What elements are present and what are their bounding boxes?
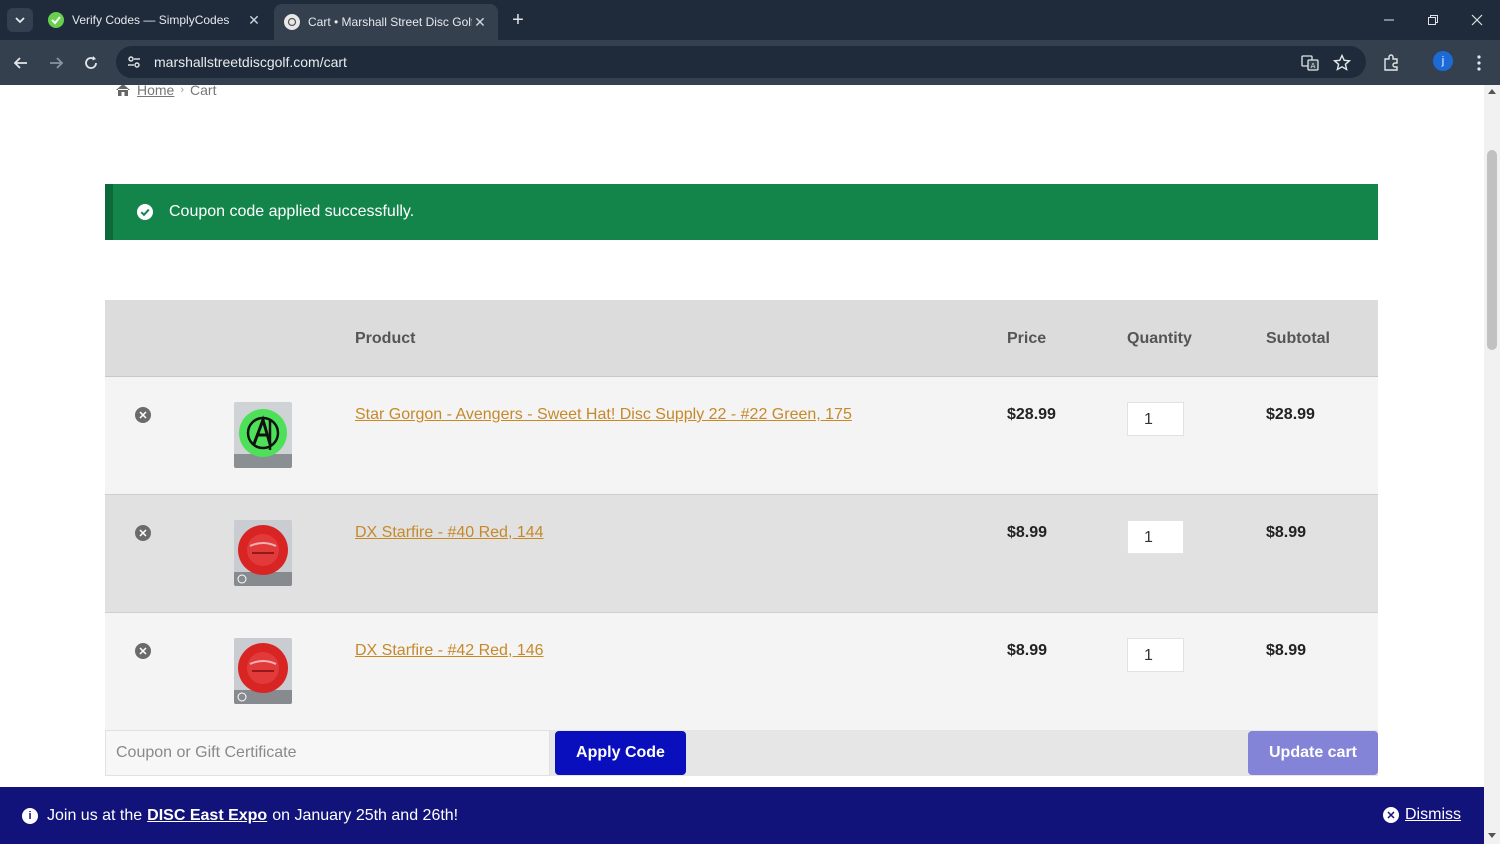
info-icon: i: [22, 807, 38, 824]
quantity-input[interactable]: 1: [1127, 638, 1184, 672]
disc-golf-favicon-icon: [284, 14, 300, 30]
restore-icon[interactable]: [1418, 8, 1448, 32]
scroll-down-arrow-icon[interactable]: [1488, 833, 1496, 838]
url-text: marshallstreetdiscgolf.com/cart: [154, 54, 347, 70]
remove-item-icon[interactable]: ✕: [135, 407, 151, 423]
remove-item-icon[interactable]: ✕: [135, 525, 151, 541]
tab-title: Cart • Marshall Street Disc Golf: [308, 15, 472, 29]
tab-title: Verify Codes — SimplyCodes: [72, 13, 230, 27]
close-circle-icon: ✕: [1383, 807, 1399, 823]
scroll-up-arrow-icon[interactable]: [1488, 89, 1496, 94]
page-viewport: Home › Cart Coupon code applied successf…: [0, 85, 1484, 844]
coupon-input[interactable]: Coupon or Gift Certificate: [105, 730, 550, 776]
cart-row: ✕ DX Starfire - #42 Red, 146 $8.99 1 $8.…: [105, 613, 1378, 731]
chevron-down-icon: [15, 17, 25, 24]
simplycodes-favicon-icon: [48, 12, 64, 28]
banner-event-link[interactable]: DISC East Expo: [147, 807, 267, 825]
breadcrumb-separator: ›: [180, 85, 185, 96]
product-price: $28.99: [1007, 406, 1056, 423]
product-price: $8.99: [1007, 524, 1048, 541]
site-settings-icon[interactable]: [122, 50, 146, 74]
scroll-thumb[interactable]: [1487, 150, 1497, 350]
tab-verify-codes[interactable]: Verify Codes — SimplyCodes ✕: [38, 4, 272, 36]
cart-table: Product Price Quantity Subtotal ✕ Star G…: [105, 300, 1378, 731]
browser-toolbar: marshallstreetdiscgolf.com/cart A: [0, 40, 1500, 85]
header-subtotal: Subtotal: [1266, 330, 1330, 347]
remove-item-icon[interactable]: ✕: [135, 643, 151, 659]
close-window-icon[interactable]: [1462, 8, 1492, 32]
breadcrumb-current: Cart: [190, 85, 217, 98]
product-price: $8.99: [1007, 642, 1048, 659]
new-tab-plus-icon[interactable]: +: [506, 8, 530, 32]
tab-search-button[interactable]: [7, 8, 33, 32]
address-bar[interactable]: marshallstreetdiscgolf.com/cart: [116, 46, 1366, 78]
quantity-input[interactable]: 1: [1127, 402, 1184, 436]
cart-actions-bar: Coupon or Gift Certificate Apply Code Up…: [105, 730, 1378, 776]
success-notice: Coupon code applied successfully.: [105, 184, 1378, 240]
product-link[interactable]: DX Starfire - #40 Red, 144: [355, 524, 544, 542]
header-quantity: Quantity: [1127, 330, 1192, 347]
forward-arrow-icon[interactable]: [43, 50, 69, 76]
product-link[interactable]: DX Starfire - #42 Red, 146: [355, 642, 544, 660]
profile-avatar[interactable]: j: [1433, 51, 1453, 71]
breadcrumb: Home › Cart: [115, 85, 216, 98]
notice-text: Coupon code applied successfully.: [169, 203, 415, 220]
product-thumbnail[interactable]: [234, 402, 292, 468]
update-cart-button[interactable]: Update cart: [1248, 731, 1378, 775]
browser-tabstrip: Verify Codes — SimplyCodes ✕ Cart • Mars…: [0, 0, 1500, 40]
dismiss-label: Dismiss: [1405, 806, 1461, 823]
product-thumbnail[interactable]: [234, 520, 292, 586]
back-arrow-icon[interactable]: [8, 50, 34, 76]
banner-suffix: on January 25th and 26th!: [272, 806, 459, 824]
product-subtotal: $8.99: [1266, 524, 1307, 541]
page-scrollbar[interactable]: [1484, 85, 1500, 844]
breadcrumb-home-link[interactable]: Home: [137, 85, 174, 98]
product-thumbnail[interactable]: [234, 638, 292, 704]
reload-icon[interactable]: [78, 50, 104, 76]
dismiss-button[interactable]: ✕ Dismiss: [1383, 806, 1461, 824]
quantity-input[interactable]: 1: [1127, 520, 1184, 554]
minimize-icon[interactable]: [1374, 8, 1404, 32]
extensions-puzzle-icon[interactable]: [1378, 50, 1404, 76]
cart-table-header: Product Price Quantity Subtotal: [105, 300, 1378, 377]
tab-cart[interactable]: Cart • Marshall Street Disc Golf ✕: [274, 4, 498, 40]
svg-text:A: A: [1311, 62, 1316, 70]
apply-code-button[interactable]: Apply Code: [555, 731, 686, 775]
home-icon: [116, 85, 130, 96]
cart-row: ✕ Star Gorgon - Avengers - Sweet Hat! Di…: [105, 377, 1378, 495]
translate-icon[interactable]: A: [1297, 50, 1323, 76]
close-icon[interactable]: ✕: [472, 14, 488, 30]
product-subtotal: $8.99: [1266, 642, 1307, 659]
header-product: Product: [355, 330, 416, 347]
check-circle-icon: [137, 204, 153, 220]
menu-kebab-icon[interactable]: [1466, 50, 1492, 76]
announcement-banner: i Join us at the DISC East Expo on Janua…: [0, 787, 1484, 844]
bookmark-star-icon[interactable]: [1329, 50, 1355, 76]
close-icon[interactable]: ✕: [246, 12, 262, 28]
banner-prefix: Join us at the: [47, 806, 143, 824]
header-price: Price: [1007, 330, 1047, 347]
product-subtotal: $28.99: [1266, 406, 1315, 423]
cart-row: ✕ DX Starfire - #40 Red, 144 $8.99 1 $8.…: [105, 495, 1378, 613]
product-link[interactable]: Star Gorgon - Avengers - Sweet Hat! Disc…: [355, 406, 852, 424]
